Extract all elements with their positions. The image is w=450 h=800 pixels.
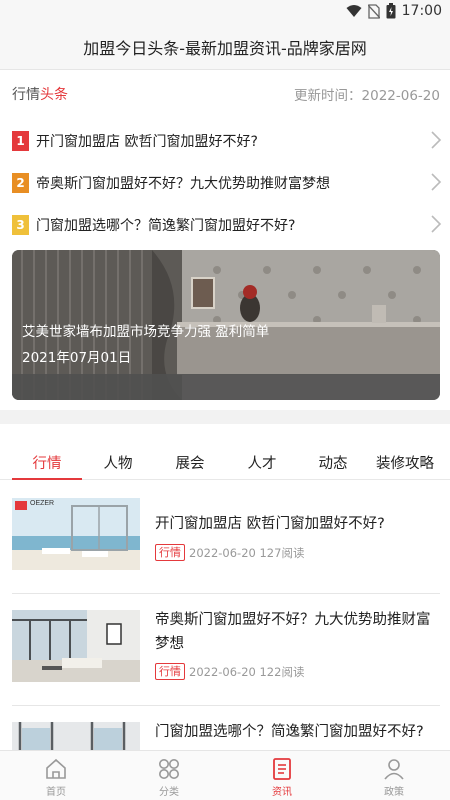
chevron-right-icon	[431, 131, 442, 149]
article-thumbnail: OEZER	[12, 498, 140, 570]
article-list-card: 行情 人物 展会 人才 动态 装修攻略 OEZER 开门窗加盟店 欧哲门窗加盟好…	[0, 424, 450, 750]
hot-header: 行情头条 更新时间：2022-06-20	[12, 84, 440, 104]
tabbar-policy[interactable]: 政策	[338, 751, 450, 800]
article-item-1[interactable]: OEZER 开门窗加盟店 欧哲门窗加盟好不好? 行情 2022-06-20 12…	[12, 482, 440, 594]
status-bar: 17:00	[0, 0, 450, 24]
rank-badge: 3	[12, 215, 29, 235]
tab-people[interactable]: 人物	[104, 452, 133, 473]
thumbnail-brand-text: OEZER	[30, 500, 55, 507]
banner-caption-bar	[12, 374, 440, 400]
status-time: 17:00	[401, 3, 442, 19]
article-thumbnail	[12, 610, 140, 682]
tab-exhibition[interactable]: 展会	[176, 452, 205, 473]
article-meta: 行情 2022-06-20 122阅读	[155, 663, 304, 680]
featured-banner[interactable]: 艾美世家墙布加盟市场竞争力强 盈利简单 2021年07月01日	[12, 250, 440, 400]
article-meta: 行情 2022-06-20 127阅读	[155, 544, 304, 561]
hot-item-title: 门窗加盟选哪个？简逸繁门窗加盟好不好?	[36, 218, 296, 234]
hot-item-title: 帝奥斯门窗加盟好不好？九大优势助推财富梦想	[36, 176, 330, 192]
hot-item-2[interactable]: 2 帝奥斯门窗加盟好不好？九大优势助推财富梦想	[12, 162, 442, 204]
tabbar-category-label: 分类	[159, 787, 179, 798]
article-tag: 行情	[155, 544, 185, 561]
active-tab-indicator	[12, 478, 82, 480]
profile-icon	[384, 759, 404, 780]
article-item-3[interactable]: 门窗加盟选哪个？简逸繁门窗加盟好不好?	[12, 706, 440, 750]
page-title-bar: 加盟今日头条-最新加盟资讯-品牌家居网	[0, 24, 450, 70]
rank-badge: 1	[12, 131, 29, 151]
chevron-right-icon	[431, 173, 442, 191]
hot-item-title: 开门窗加盟店 欧哲门窗加盟好不好?	[36, 134, 258, 150]
news-icon	[273, 758, 291, 780]
article-tag: 行情	[155, 663, 185, 680]
no-sim-icon	[367, 3, 380, 19]
hot-list: 1 开门窗加盟店 欧哲门窗加盟好不好? 2 帝奥斯门窗加盟好不好？九大优势助推财…	[12, 120, 442, 246]
hot-label-prefix: 行情	[12, 87, 40, 103]
bottom-tab-bar: 首页 分类 资讯 政策	[0, 750, 450, 800]
hot-label: 行情头条	[12, 87, 68, 103]
tab-talent[interactable]: 人才	[248, 452, 277, 473]
tab-decoration-guide[interactable]: 装修攻略	[376, 452, 434, 473]
tab-market[interactable]: 行情	[33, 452, 62, 473]
category-tabs: 行情 人物 展会 人才 动态 装修攻略	[0, 424, 450, 480]
updated-time: 更新时间：2022-06-20	[294, 88, 440, 104]
article-date-reads: 2022-06-20 122阅读	[189, 664, 305, 679]
article-thumbnail	[12, 722, 140, 750]
article-title: 开门窗加盟店 欧哲门窗加盟好不好?	[155, 516, 385, 532]
rank-badge: 2	[12, 173, 29, 193]
tab-news[interactable]: 动态	[319, 452, 348, 473]
tabbar-home[interactable]: 首页	[0, 751, 112, 800]
tabbar-category[interactable]: 分类	[113, 751, 225, 800]
tabbar-policy-label: 政策	[384, 787, 404, 798]
category-icon	[159, 759, 179, 779]
tabbar-news[interactable]: 资讯	[226, 751, 338, 800]
page-title: 加盟今日头条-最新加盟资讯-品牌家居网	[83, 38, 367, 58]
article-date-reads: 2022-06-20 127阅读	[189, 545, 305, 560]
chevron-right-icon	[431, 215, 442, 233]
article-title: 帝奥斯门窗加盟好不好？九大优势助推财富梦想	[155, 612, 431, 652]
battery-icon	[386, 3, 396, 19]
hot-item-3[interactable]: 3 门窗加盟选哪个？简逸繁门窗加盟好不好?	[12, 204, 442, 246]
banner-title: 艾美世家墙布加盟市场竞争力强 盈利简单	[22, 324, 270, 340]
article-item-2[interactable]: 帝奥斯门窗加盟好不好？九大优势助推财富梦想 行情 2022-06-20 122阅…	[12, 594, 440, 706]
wifi-icon	[346, 5, 362, 17]
article-title: 门窗加盟选哪个？简逸繁门窗加盟好不好?	[155, 724, 424, 740]
tabbar-news-label: 资讯	[272, 787, 292, 798]
banner-date: 2021年07月01日	[22, 350, 132, 366]
hot-item-1[interactable]: 1 开门窗加盟店 欧哲门窗加盟好不好?	[12, 120, 442, 162]
home-icon	[46, 758, 66, 779]
hot-headlines-card: 行情头条 更新时间：2022-06-20 1 开门窗加盟店 欧哲门窗加盟好不好?…	[0, 70, 450, 410]
hot-label-accent: 头条	[40, 87, 68, 103]
tabbar-home-label: 首页	[46, 787, 66, 798]
